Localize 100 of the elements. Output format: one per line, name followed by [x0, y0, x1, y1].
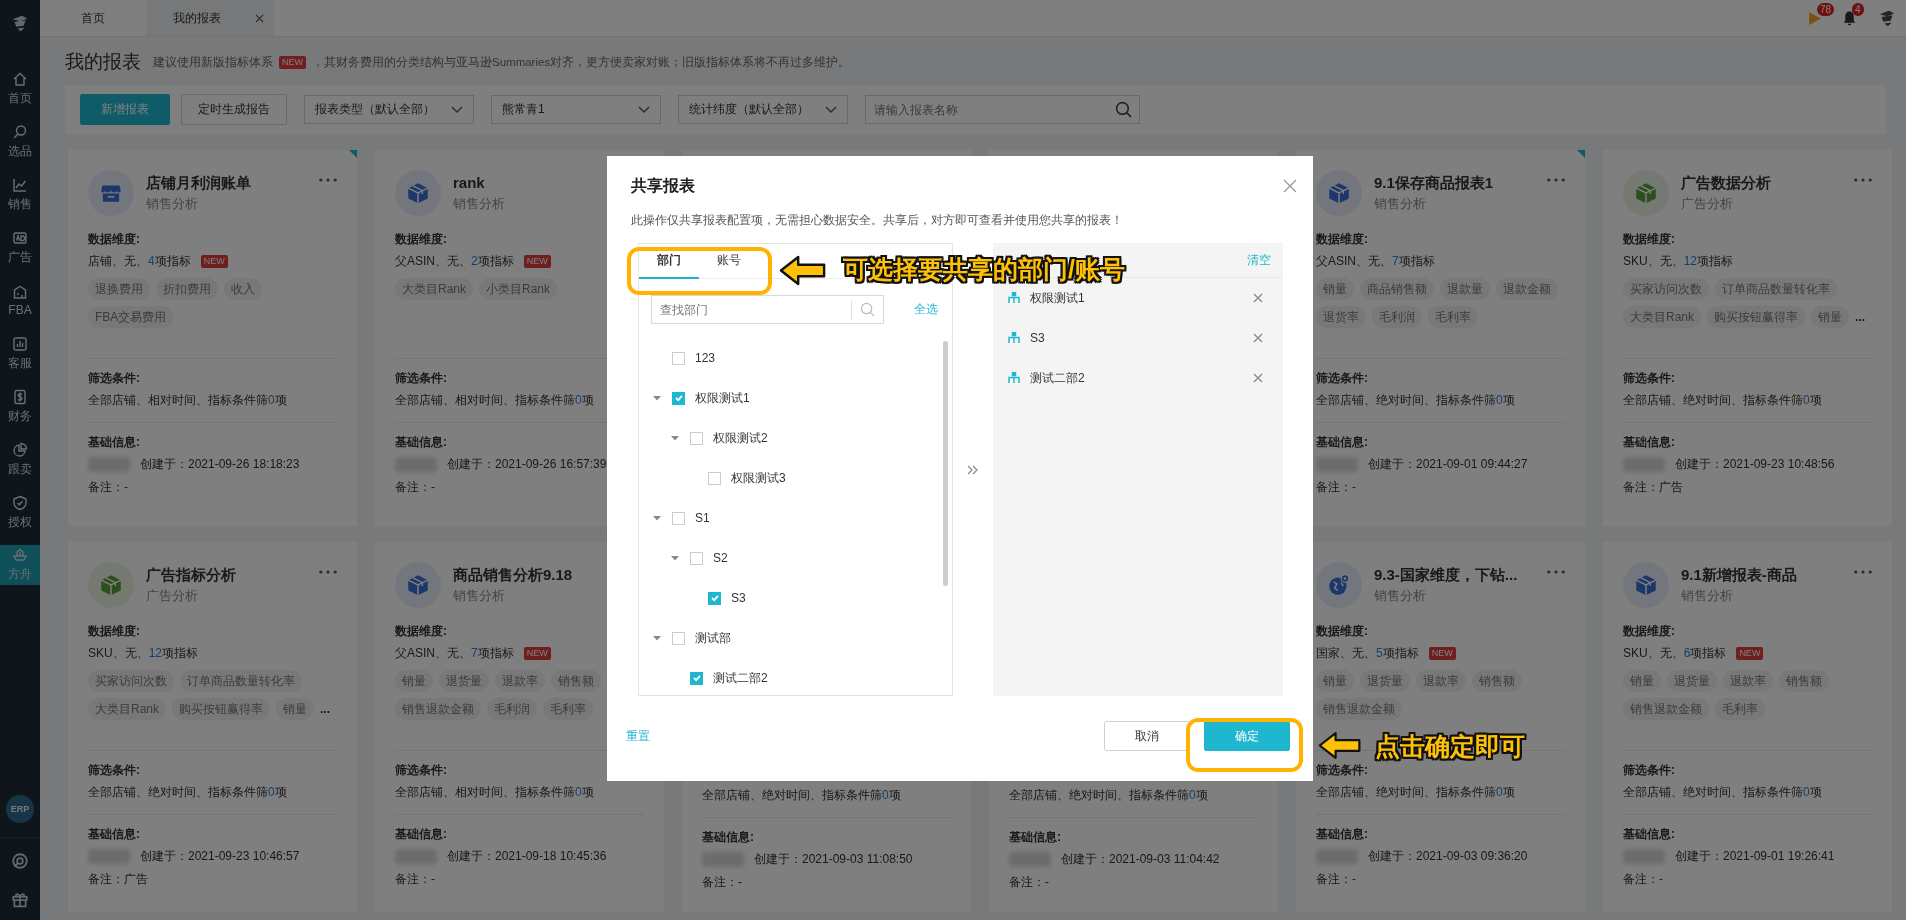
filter-text: 全部店铺、相对时间、指标条件筛0项 [88, 393, 287, 407]
card-title: rank [453, 173, 486, 193]
metric-tag: 退款率 [1723, 670, 1773, 692]
section-label: 数据维度: [395, 231, 448, 248]
card-category: 销售分析 [1681, 587, 1734, 605]
dimension-text: 父ASIN、无、7项指标 [1316, 253, 1435, 270]
created-time: 创建于：2021-09-03 11:04:42 [1061, 851, 1220, 868]
filter-text: 全部店铺、绝对时间、指标条件筛0项 [1009, 788, 1208, 802]
filter-text: 全部店铺、绝对时间、指标条件筛0项 [1316, 393, 1515, 407]
callout-text: 可选择要共享的部门/账号 [843, 254, 1125, 285]
section-label: 筛选条件: [1623, 370, 1676, 387]
section-label: 筛选条件: [1316, 370, 1369, 387]
section-label: 筛选条件: [1316, 762, 1369, 779]
section-label: 基础信息: [1316, 434, 1369, 451]
callout-text: 点击确定即可 [1375, 731, 1525, 762]
notice-text: ，其财务费用的分类结构与亚马逊Summaries对齐，更方便卖家对账；旧版指标体系将不再过多维护。 [312, 54, 851, 70]
section-label: 基础信息: [88, 434, 141, 451]
card-title: 商品销售分析9.18 [453, 565, 574, 585]
section-label: 数据维度: [88, 231, 141, 248]
filter-text: 全部店铺、相对时间、指标条件筛0项 [395, 393, 594, 407]
selected-department: 权限测试1 [1030, 289, 1086, 307]
page-title: 我的报表 [65, 50, 141, 74]
dimension-text: 国家、无、5项指标 [1316, 645, 1419, 662]
section-label: 基础信息: [702, 829, 755, 846]
note-text: 备注：- [395, 480, 435, 494]
card-category: 销售分析 [146, 195, 199, 213]
created-time: 创建于：2021-09-26 18:18:23 [140, 456, 300, 473]
notification-badge: 4 [1852, 2, 1864, 16]
created-time: 创建于：2021-09-03 09:36:20 [1368, 848, 1528, 865]
card-category: 销售分析 [453, 587, 506, 605]
card-title: 店铺月利润账单 [146, 173, 252, 193]
section-label: 基础信息: [1009, 829, 1062, 846]
section-label: 数据维度: [1623, 231, 1676, 248]
note-text: 备注：- [1623, 872, 1663, 886]
metric-tag: 收入 [224, 278, 262, 300]
dimension-text: 父ASIN、无、2项指标 [395, 253, 514, 270]
card-title: 广告数据分析 [1681, 173, 1772, 193]
new-badge: NEW [523, 255, 551, 268]
filter-text: 全部店铺、绝对时间、指标条件筛0项 [1316, 785, 1515, 799]
card-category: 销售分析 [1374, 195, 1427, 213]
metric-tag: 退款金额 [1496, 278, 1558, 300]
new-badge: NEW [1736, 647, 1764, 660]
selected-department: 测试二部2 [1030, 369, 1086, 387]
card-category: 销售分析 [1374, 587, 1427, 605]
note-text: 备注：- [702, 875, 742, 889]
created-time: 创建于：2021-09-23 10:46:57 [140, 848, 300, 865]
card-category: 广告分析 [146, 587, 199, 605]
card-title: 广告指标分析 [146, 565, 237, 585]
new-badge: NEW [523, 647, 551, 660]
metric-tag: 购买按钮赢得率 [172, 698, 270, 720]
created-time: 创建于：2021-09-23 10:48:56 [1675, 456, 1835, 473]
section-label: 筛选条件: [88, 370, 141, 387]
section-label: 基础信息: [395, 434, 448, 451]
new-badge: NEW [200, 255, 228, 268]
created-time: 创建于：2021-09-18 10:45:36 [447, 848, 607, 865]
metric-tag: 退款率 [1416, 670, 1466, 692]
section-label: 数据维度: [1316, 623, 1369, 640]
more-tags-text: ... [320, 701, 331, 718]
note-text: 备注：广告 [1623, 480, 1683, 494]
metric-tag: 退换费用 [88, 278, 150, 300]
section-label: 基础信息: [88, 826, 141, 843]
dimension-text: SKU、无、12项指标 [1623, 253, 1734, 270]
section-label: 数据维度: [1623, 623, 1676, 640]
section-label: 数据维度: [395, 623, 448, 640]
new-badge: NEW [1428, 647, 1456, 660]
created-time: 创建于：2021-09-01 19:26:41 [1675, 848, 1835, 865]
filter-text: 全部店铺、绝对时间、指标条件筛0项 [1623, 785, 1822, 799]
metric-tag: FBA交易费用 [88, 306, 174, 328]
filter-text: 全部店铺、绝对时间、指标条件筛0项 [1623, 393, 1822, 407]
card-category: 广告分析 [1681, 195, 1734, 213]
card-title: 9.3-国家维度，下钻... [1374, 565, 1519, 585]
filter-text: 全部店铺、绝对时间、指标条件筛0项 [702, 788, 901, 802]
filter-text: 全部店铺、绝对时间、指标条件筛0项 [88, 785, 287, 799]
notice-text: 建议使用新版指标体系 [153, 54, 273, 70]
dimension-text: 店铺、无、4项指标 [88, 253, 191, 270]
created-time: 创建于：2021-09-01 09:44:27 [1368, 456, 1528, 473]
notification-badge: 78 [1817, 2, 1835, 16]
metric-tag: 购买按钮赢得率 [1707, 306, 1805, 328]
card-title: 9.1保存商品报表1 [1374, 173, 1495, 193]
section-label: 筛选条件: [88, 762, 141, 779]
more-tags-text: ... [1855, 309, 1866, 326]
note-text: 备注：- [395, 872, 435, 886]
note-text: 备注：- [1316, 872, 1356, 886]
filter-text: 全部店铺、相对时间、指标条件筛0项 [395, 785, 594, 799]
section-label: 筛选条件: [1623, 762, 1676, 779]
section-label: 基础信息: [1316, 826, 1369, 843]
new-badge: NEW [279, 55, 306, 69]
section-label: 基础信息: [395, 826, 448, 843]
metric-tag: 退款率 [495, 670, 545, 692]
section-label: 基础信息: [1623, 826, 1676, 843]
section-label: 数据维度: [88, 623, 141, 640]
card-title: 9.1新增报表-商品 [1681, 565, 1798, 585]
dimension-text: SKU、无、12项指标 [88, 645, 199, 662]
note-text: 备注：- [88, 480, 128, 494]
created-time: 创建于：2021-09-26 16:57:39 [447, 456, 607, 473]
section-label: 筛选条件: [395, 370, 448, 387]
card-category: 销售分析 [453, 195, 506, 213]
dimension-text: SKU、无、6项指标 [1623, 645, 1727, 662]
created-time: 创建于：2021-09-03 11:08:50 [754, 851, 913, 868]
section-label: 基础信息: [1623, 434, 1676, 451]
